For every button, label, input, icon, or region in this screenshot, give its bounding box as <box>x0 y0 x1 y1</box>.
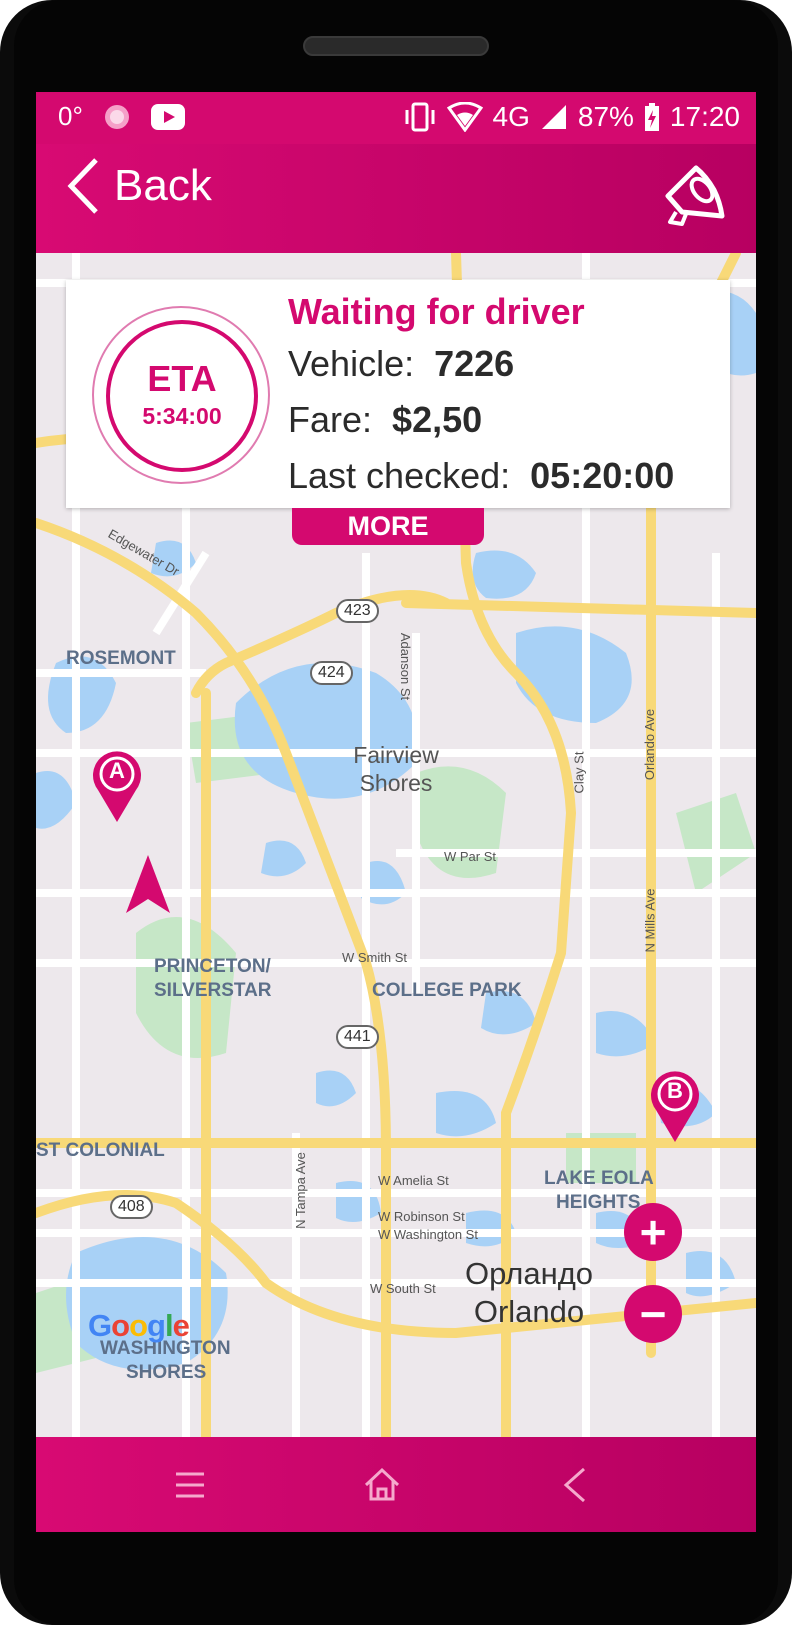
wifi-icon <box>446 102 483 132</box>
network-type: 4G <box>492 101 530 132</box>
fare-label: Fare: <box>288 399 373 440</box>
back-label: Back <box>114 161 212 210</box>
status-bar: 0° 4G 87% 17:20 <box>36 92 756 144</box>
more-button[interactable]: MORE <box>292 508 484 545</box>
vehicle-label: Vehicle: <box>288 343 415 384</box>
battery-percent: 87% <box>577 101 634 132</box>
eta-time: 5:34:00 <box>142 403 222 429</box>
street-label: N Mills Ave <box>642 888 658 953</box>
back-button[interactable]: Back <box>66 156 212 216</box>
street-label: W Amelia St <box>378 1173 449 1188</box>
eta-title: ETA <box>147 358 217 399</box>
clock: 17:20 <box>669 101 740 132</box>
screen: 0° 4G 87% 17:20 Back ROSEMONT PRINCETON/… <box>36 92 756 1532</box>
home-icon[interactable] <box>358 1461 406 1509</box>
street-label: W Par St <box>444 849 497 864</box>
route-shield: 441 <box>336 1025 379 1049</box>
pickup-marker[interactable]: A <box>90 748 144 824</box>
street-label: W Smith St <box>342 950 408 965</box>
place-label: Fairview <box>353 742 439 768</box>
neighborhood-label: ST COLONIAL <box>36 1140 165 1161</box>
last-checked-value: 05:20:00 <box>530 455 675 496</box>
vehicle-value: 7226 <box>434 343 515 384</box>
eta-ring: ETA 5:34:00 <box>92 306 270 484</box>
temperature: 0° <box>58 101 83 131</box>
fare-row: Fare: $2,50 <box>288 392 674 448</box>
city-label: Orlando <box>473 1294 585 1329</box>
neighborhood-label: ROSEMONT <box>66 648 176 669</box>
street-label: W Washington St <box>378 1227 478 1242</box>
route-shield: 423 <box>336 599 379 623</box>
signal-icon <box>541 105 566 129</box>
earpiece-speaker <box>303 36 489 56</box>
zoom-in-button[interactable]: + <box>624 1203 682 1261</box>
destination-marker[interactable]: B <box>648 1068 702 1144</box>
trip-details: Waiting for driver Vehicle: 7226 Fare: $… <box>288 288 674 504</box>
back-nav-icon[interactable] <box>552 1461 600 1509</box>
neighborhood-label: SHORES <box>126 1362 207 1383</box>
street-label: Clay St <box>571 751 587 794</box>
route-shield: 424 <box>310 661 353 685</box>
megaphone-icon[interactable] <box>662 162 728 228</box>
menu-icon[interactable] <box>166 1461 214 1509</box>
my-location-arrow-icon <box>126 855 170 913</box>
trip-status: Waiting for driver <box>288 291 585 332</box>
street-label: W Robinson St <box>378 1209 465 1224</box>
route-shield: 408 <box>110 1195 153 1219</box>
battery-charging-icon <box>644 103 659 131</box>
place-label: Shores <box>359 770 433 796</box>
zoom-out-button[interactable]: − <box>624 1285 682 1343</box>
last-checked-row: Last checked: 05:20:00 <box>288 448 674 504</box>
trip-info-card: ETA 5:34:00 Waiting for driver Vehicle: … <box>66 280 730 508</box>
google-logo: Google <box>88 1308 190 1343</box>
last-checked-label: Last checked: <box>288 455 511 496</box>
neighborhood-label: PRINCETON/ <box>154 956 271 977</box>
neighborhood-label: LAKE EOLA <box>544 1168 654 1189</box>
vehicle-row: Vehicle: 7226 <box>288 336 674 392</box>
street-label: N Tampa Ave <box>292 1152 308 1229</box>
city-label: Орландо <box>464 1256 594 1291</box>
street-label: Orlando Ave <box>642 708 658 781</box>
chevron-left-icon <box>67 158 98 214</box>
destination-marker-label: B <box>667 1078 683 1103</box>
youtube-icon <box>150 103 185 130</box>
street-label: W South St <box>370 1281 436 1296</box>
eta-badge: ETA 5:34:00 <box>106 320 258 472</box>
app-bar: Back <box>36 144 756 253</box>
neighborhood-label: COLLEGE PARK <box>372 980 522 1001</box>
fare-value: $2,50 <box>392 399 483 440</box>
neighborhood-label: HEIGHTS <box>556 1192 641 1213</box>
neighborhood-label: SILVERSTAR <box>154 980 272 1001</box>
street-label: Adanson St <box>398 632 414 701</box>
pickup-marker-label: A <box>109 758 125 783</box>
system-nav-bar <box>36 1437 756 1532</box>
app-notification-icon <box>104 104 129 129</box>
vibrate-icon <box>405 102 435 132</box>
